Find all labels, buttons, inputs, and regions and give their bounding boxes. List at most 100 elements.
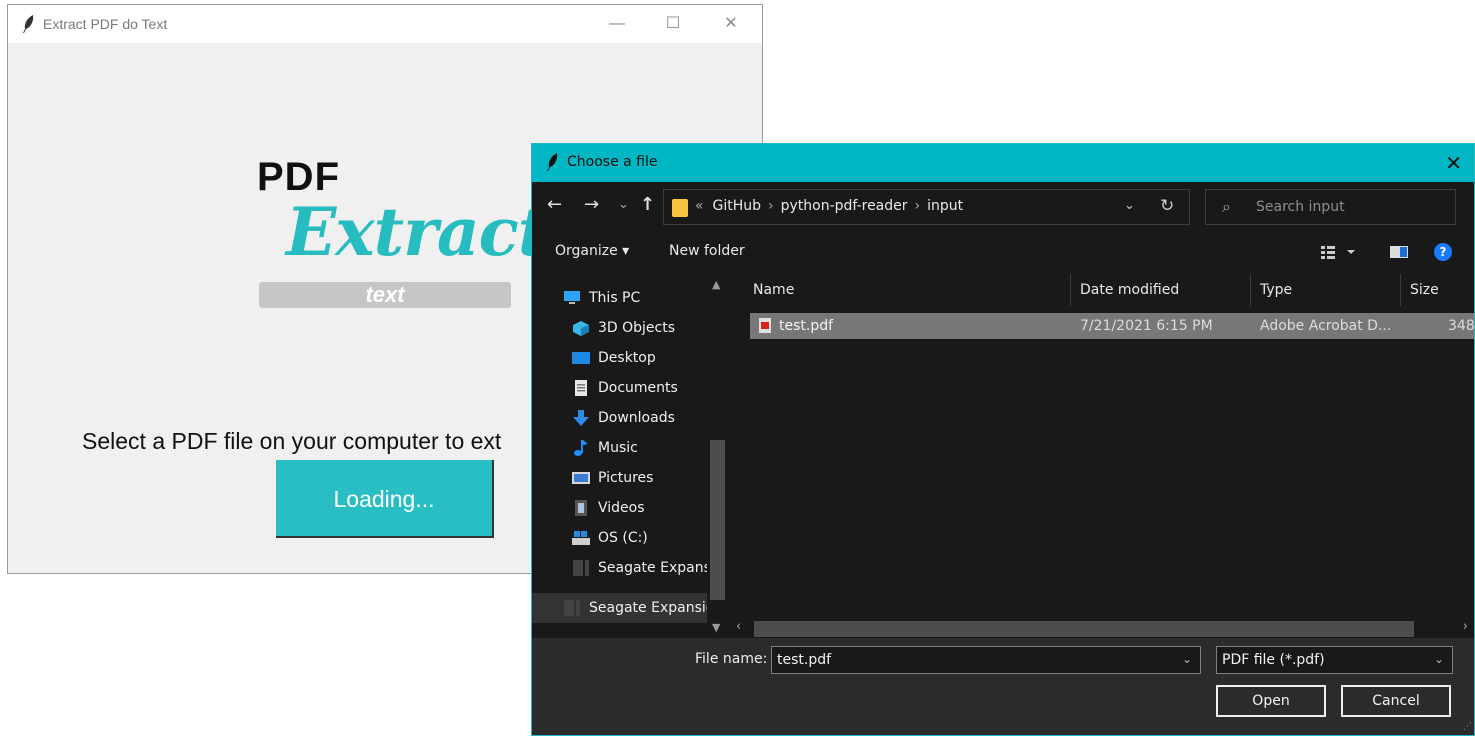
forward-arrow-icon[interactable]: → [584, 194, 599, 215]
scroll-down-icon[interactable]: ▼ [712, 621, 720, 634]
documents-icon [575, 380, 587, 396]
main-titlebar: Extract PDF do Text — ☐ ✕ [8, 5, 762, 43]
scroll-left-icon[interactable]: ‹ [736, 619, 741, 634]
nav-item-label: Seagate Expansion [589, 600, 707, 616]
external-drive-icon [564, 600, 580, 616]
music-icon [574, 440, 588, 456]
chevron-down-icon[interactable]: ⌄ [1434, 652, 1444, 666]
recent-locations-icon[interactable]: ⌄ [618, 197, 629, 212]
nav-pane-scrollbar[interactable]: ▲ ▼ [708, 272, 727, 638]
nav-item-label: Pictures [598, 470, 654, 486]
breadcrumb-github[interactable]: GitHub [712, 198, 761, 214]
column-divider[interactable] [1070, 274, 1071, 306]
search-icon: ⌕ [1222, 197, 1231, 216]
scroll-up-icon[interactable]: ▲ [712, 278, 720, 291]
navigation-pane: This PC 3D Objects Desktop Documents Dow… [532, 272, 729, 638]
scrollbar-thumb[interactable] [710, 440, 725, 600]
external-drive-icon [573, 560, 589, 576]
minimize-button[interactable]: — [594, 11, 640, 37]
address-bar[interactable]: « GitHub › python-pdf-reader › input ⌄ ↻ [663, 189, 1190, 225]
file-list-hscrollbar[interactable]: ‹ › [730, 618, 1474, 638]
scrollbar-thumb[interactable] [754, 621, 1414, 637]
file-name-value: test.pdf [777, 652, 832, 668]
column-divider[interactable] [1400, 274, 1401, 306]
column-header-size[interactable]: Size [1410, 282, 1439, 298]
file-type-select[interactable]: PDF file (*.pdf) ⌄ [1216, 646, 1453, 674]
chevron-down-icon[interactable]: ⌄ [1124, 198, 1135, 213]
file-name-field[interactable]: test.pdf ⌄ [771, 646, 1201, 674]
window-title: Extract PDF do Text [43, 16, 168, 32]
nav-item-label: Desktop [598, 350, 656, 366]
help-icon[interactable]: ? [1434, 243, 1452, 261]
logo-extract-text: Extract [286, 193, 548, 271]
nav-item-downloads[interactable]: Downloads [532, 403, 707, 433]
nav-item-os-c[interactable]: OS (C:) [532, 523, 707, 553]
dialog-title: Choose a file [567, 154, 658, 170]
column-header-date-modified[interactable]: Date modified [1080, 282, 1179, 298]
file-list: Name ⌃ Date modified Type Size test.pdf … [730, 272, 1474, 638]
nav-item-this-pc[interactable]: This PC [532, 283, 707, 313]
close-button[interactable]: ✕ [708, 11, 754, 37]
nav-item-seagate-expansion-selected[interactable]: Seagate Expansion [532, 593, 707, 623]
nav-item-documents[interactable]: Documents [532, 373, 707, 403]
back-arrow-icon[interactable]: ← [547, 194, 562, 215]
nav-item-desktop[interactable]: Desktop [532, 343, 707, 373]
nav-item-label: This PC [589, 290, 641, 306]
file-row[interactable]: test.pdf 7/21/2021 6:15 PM Adobe Acrobat… [750, 313, 1474, 339]
breadcrumb-input[interactable]: input [927, 198, 963, 214]
up-arrow-icon[interactable]: ↑ [640, 194, 655, 215]
video-icon [575, 500, 587, 516]
pictures-icon [572, 472, 590, 484]
resize-grip-icon[interactable]: ⋰ [1463, 722, 1472, 732]
column-header-name[interactable]: Name [753, 282, 794, 298]
preview-pane-icon[interactable] [1389, 244, 1409, 260]
breadcrumb-separator: › [914, 198, 921, 214]
column-divider[interactable] [1250, 274, 1251, 306]
nav-item-label: 3D Objects [598, 320, 676, 336]
breadcrumb-python-pdf-reader[interactable]: python-pdf-reader [781, 198, 908, 214]
nav-item-label: Music [598, 440, 638, 456]
nav-item-seagate-expansion[interactable]: Seagate Expansion [532, 553, 707, 583]
feather-icon [547, 153, 558, 171]
file-name: test.pdf [779, 318, 834, 334]
organize-button[interactable]: Organize ▾ [555, 243, 629, 259]
breadcrumb-overflow[interactable]: « [695, 198, 704, 214]
file-date-modified: 7/21/2021 6:15 PM [1080, 318, 1213, 334]
change-view-icon[interactable] [1320, 244, 1360, 260]
cancel-button[interactable]: Cancel [1341, 685, 1451, 717]
folder-icon [672, 199, 688, 217]
nav-item-music[interactable]: Music [532, 433, 707, 463]
chevron-down-icon[interactable]: ⌄ [1182, 652, 1192, 666]
download-icon [573, 410, 589, 426]
navigation-bar: ← → ⌄ ↑ « GitHub › python-pdf-reader › input… [532, 188, 1474, 226]
logo-subtext: text [365, 282, 405, 307]
new-folder-button[interactable]: New folder [669, 243, 745, 259]
file-type: Adobe Acrobat D... [1260, 318, 1392, 334]
loading-button[interactable]: Loading... [276, 460, 494, 538]
desktop-icon [572, 352, 590, 364]
scroll-right-icon[interactable]: › [1463, 619, 1468, 634]
pc-icon [564, 291, 580, 304]
logo-text-bar: text [259, 282, 511, 308]
maximize-button[interactable]: ☐ [650, 11, 696, 37]
nav-item-label: OS (C:) [598, 530, 648, 546]
choose-file-dialog: Choose a file ✕ ← → ⌄ ↑ « GitHub › python-… [531, 143, 1475, 736]
nav-item-3d-objects[interactable]: 3D Objects [532, 313, 707, 343]
breadcrumb: « GitHub › python-pdf-reader › input [695, 198, 963, 214]
nav-item-videos[interactable]: Videos [532, 493, 707, 523]
sort-ascending-icon: ⌃ [902, 272, 911, 280]
select-pdf-prompt: Select a PDF file on your computer to ex… [82, 428, 502, 454]
column-header-type[interactable]: Type [1260, 282, 1292, 298]
dialog-titlebar: Choose a file ✕ [532, 144, 1474, 182]
search-input[interactable]: ⌕ Search input [1205, 189, 1456, 225]
refresh-icon[interactable]: ↻ [1160, 196, 1174, 216]
file-type-value: PDF file (*.pdf) [1222, 652, 1325, 668]
breadcrumb-separator: › [768, 198, 774, 214]
nav-item-pictures[interactable]: Pictures [532, 463, 707, 493]
file-name-label: File name: [695, 651, 768, 667]
cube-icon [573, 321, 589, 336]
open-button[interactable]: Open [1216, 685, 1326, 717]
dialog-close-button[interactable]: ✕ [1445, 151, 1462, 175]
drive-icon [572, 531, 590, 545]
nav-item-label: Seagate Expansion [598, 560, 707, 576]
